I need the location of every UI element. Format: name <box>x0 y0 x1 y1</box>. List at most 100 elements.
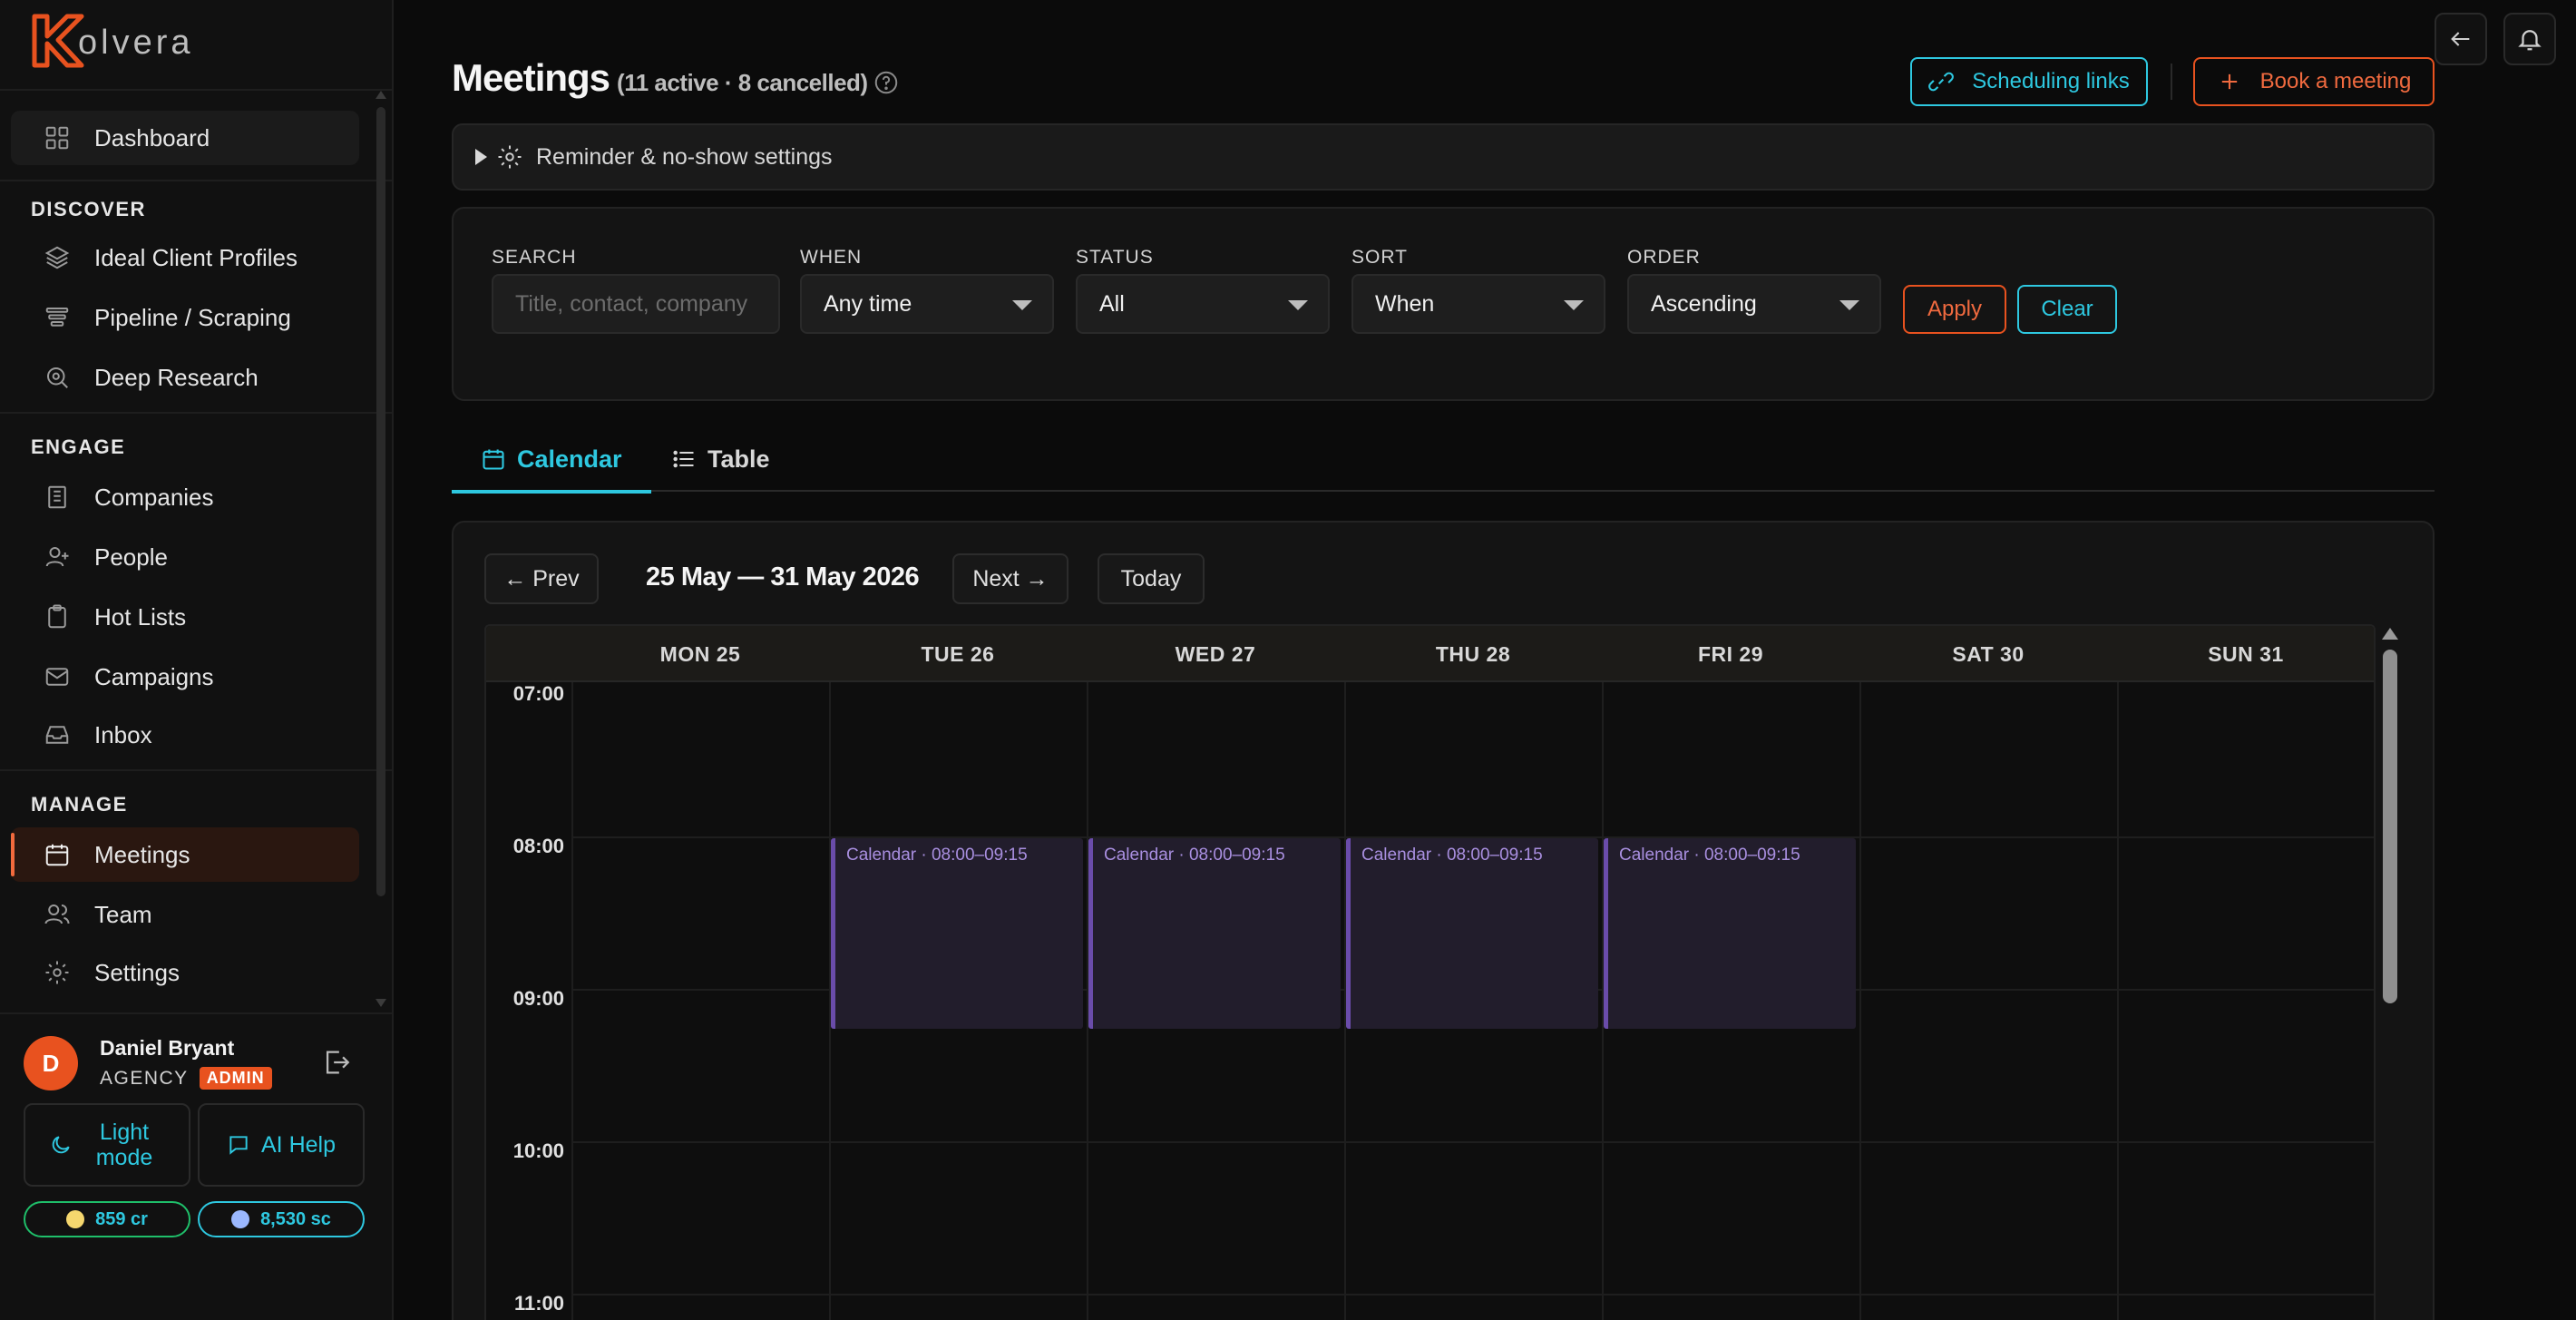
chevron-down-icon <box>1839 300 1859 310</box>
plus-icon <box>2221 73 2237 90</box>
search-icon <box>47 367 68 388</box>
scheduling-links-label: Scheduling links <box>1972 69 2130 93</box>
status-select[interactable]: All <box>1076 274 1330 334</box>
logout-icon[interactable] <box>321 1047 352 1078</box>
link-icon <box>1928 72 1955 92</box>
next-week-button[interactable]: Next → <box>952 553 1068 604</box>
calendar-icon <box>45 844 69 866</box>
sort-select[interactable]: When <box>1351 274 1605 334</box>
reminder-settings-toggle[interactable]: Reminder & no-show settings <box>452 123 2435 191</box>
tab-table[interactable]: Table <box>671 426 770 492</box>
sc-value: 8,530 sc <box>260 1208 331 1229</box>
grid-line <box>1859 682 1861 1320</box>
credits-pill[interactable]: 859 cr <box>24 1201 190 1237</box>
calendar-event[interactable]: Calendar · 08:00–09:15 <box>1604 838 1856 1029</box>
clear-button[interactable]: Clear <box>2017 285 2117 334</box>
calendar-event[interactable]: Calendar · 08:00–09:15 <box>1088 838 1341 1029</box>
prev-week-button[interactable]: ← Prev <box>484 553 599 604</box>
bell-icon <box>2518 30 2542 51</box>
grid-line <box>571 682 573 1320</box>
kolvera-logo-mark-icon <box>32 14 84 68</box>
hour-label: 11:00 <box>513 1292 564 1315</box>
hour-label: 09:00 <box>512 987 564 1010</box>
hour-label: 07:00 <box>512 682 564 705</box>
scheduling-links-button[interactable]: Scheduling links <box>1910 57 2148 106</box>
sidebar-item-ideal-client-profiles[interactable]: Ideal Client Profiles <box>11 230 359 285</box>
sidebar-item-team[interactable]: Team <box>11 887 359 942</box>
page-title-text: Meetings <box>452 56 610 99</box>
calendar-event[interactable]: Calendar · 08:00–09:15 <box>831 838 1083 1029</box>
sidebar-item-pipeline-scraping[interactable]: Pipeline / Scraping <box>11 290 359 345</box>
expand-triangle-icon <box>475 149 487 165</box>
scroll-up-arrow-icon[interactable] <box>2382 628 2398 640</box>
apply-button[interactable]: Apply <box>1903 285 2006 334</box>
today-button[interactable]: Today <box>1098 553 1205 604</box>
calendar-scrollbar[interactable] <box>2380 628 2400 1320</box>
sidebar-item-people[interactable]: People <box>11 530 359 584</box>
back-button[interactable] <box>2435 13 2487 65</box>
clipboard-icon <box>48 604 66 629</box>
kolvera-logo[interactable]: olvera <box>29 13 194 69</box>
tab-calendar[interactable]: Calendar <box>452 426 651 494</box>
week-grid: MON 25 TUE 26 WED 27 THU 28 FRI 29 SAT 3… <box>484 624 2376 1320</box>
divider <box>0 180 392 181</box>
light-mode-button[interactable]: Light mode <box>24 1103 190 1187</box>
chevron-down-icon <box>1564 300 1584 310</box>
search-label: SEARCH <box>492 247 577 268</box>
scroll-up-arrow-icon[interactable] <box>376 91 386 99</box>
filters-panel: SEARCH WHEN Any time STATUS All SORT Whe… <box>452 207 2435 401</box>
avatar[interactable]: D <box>24 1036 78 1090</box>
order-select[interactable]: Ascending <box>1627 274 1881 334</box>
date-range: 25 May — 31 May 2026 <box>646 562 920 592</box>
inbox-icon <box>45 726 69 744</box>
status-value: All <box>1099 290 1125 317</box>
divider <box>2171 64 2172 100</box>
scrollbar-thumb[interactable] <box>2383 650 2397 1003</box>
sidebar-item-dashboard[interactable]: Dashboard <box>11 111 359 165</box>
user-plus-icon <box>45 547 69 567</box>
grid-icon <box>45 126 69 150</box>
sidebar-item-settings[interactable]: Settings <box>11 945 359 1000</box>
sidebar-item-inbox[interactable]: Inbox <box>11 708 359 762</box>
gear-icon <box>45 961 69 984</box>
sidebar-item-label: Meetings <box>94 840 190 868</box>
sidebar-item-companies[interactable]: Companies <box>11 470 359 524</box>
order-value: Ascending <box>1651 290 1757 317</box>
hour-label: 08:00 <box>512 835 564 857</box>
book-meeting-button[interactable]: Book a meeting <box>2193 57 2435 106</box>
funnel-stack-icon <box>45 308 69 327</box>
sidebar-item-label: Team <box>94 900 152 928</box>
book-meeting-label: Book a meeting <box>2259 69 2412 93</box>
scrollbar-thumb[interactable] <box>376 107 385 896</box>
scroll-down-arrow-icon[interactable] <box>376 999 386 1007</box>
calendar-event[interactable]: Calendar · 08:00–09:15 <box>1346 838 1598 1029</box>
sidebar-item-deep-research[interactable]: Deep Research <box>11 350 359 405</box>
ai-help-button[interactable]: AI Help <box>198 1103 365 1187</box>
help-icon[interactable] <box>873 69 900 96</box>
user-role: AGENCY ADMIN <box>100 1067 272 1090</box>
section-heading-manage: MANAGE <box>31 793 128 816</box>
search-input[interactable] <box>492 274 780 334</box>
sidebar-item-meetings[interactable]: Meetings <box>11 827 359 882</box>
when-select[interactable]: Any time <box>800 274 1054 334</box>
hour-label: 10:00 <box>512 1139 564 1162</box>
grid-line <box>2117 682 2119 1320</box>
sidebar-item-label: Pipeline / Scraping <box>94 303 291 331</box>
sidebar-item-hot-lists[interactable]: Hot Lists <box>11 590 359 644</box>
sidebar-scrollbar[interactable] <box>376 91 386 1007</box>
sidebar-item-campaigns[interactable]: Campaigns <box>11 650 359 704</box>
sidebar-item-label: Campaigns <box>94 662 214 690</box>
list-icon <box>673 450 694 468</box>
day-header: WED 27 <box>1175 641 1256 666</box>
divider <box>0 412 392 414</box>
sidebar-item-label: Hot Lists <box>94 602 187 631</box>
day-header: SAT 30 <box>1952 641 2025 666</box>
notifications-button[interactable] <box>2503 13 2556 65</box>
sc-pill[interactable]: 8,530 sc <box>198 1201 365 1237</box>
divider <box>0 1012 392 1014</box>
sidebar-item-label: Inbox <box>94 720 152 748</box>
credits-value: 859 cr <box>95 1208 148 1229</box>
day-header: FRI 29 <box>1697 641 1764 666</box>
sidebar-item-label: Dashboard <box>94 123 210 152</box>
grid-line <box>571 1294 2374 1296</box>
